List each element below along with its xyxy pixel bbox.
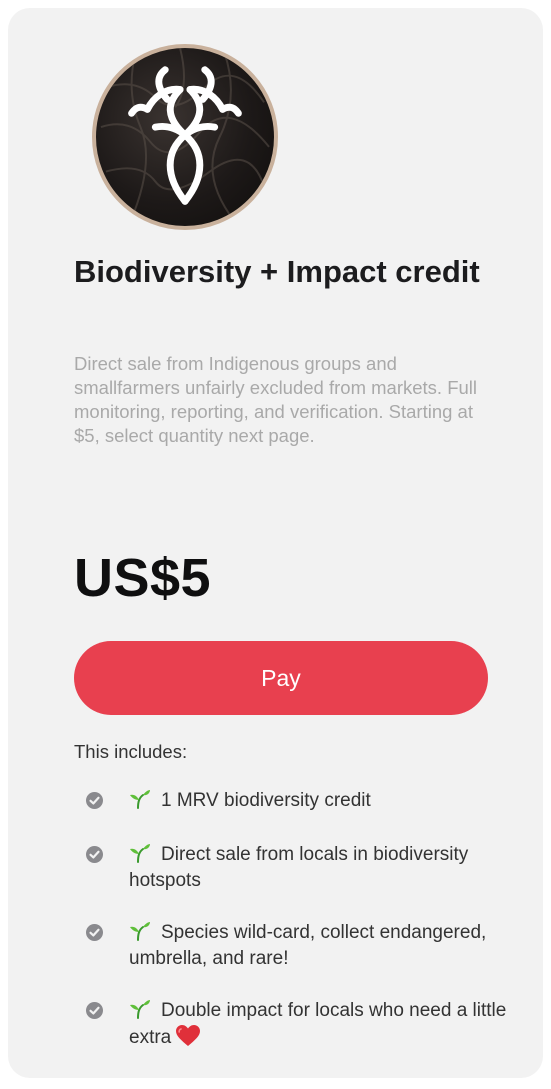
list-item-text: 1 MRV biodiversity credit — [161, 790, 371, 811]
check-circle-icon — [86, 792, 103, 809]
list-item-text: Direct sale from locals in biodiversity … — [129, 844, 469, 891]
product-card: Biodiversity + Impact credit Direct sale… — [8, 8, 543, 1078]
seedling-icon — [129, 999, 151, 1019]
tree-roots-logo-icon — [92, 44, 278, 230]
pay-button[interactable]: Pay — [74, 641, 488, 715]
product-title: Biodiversity + Impact credit — [74, 254, 480, 289]
check-circle-icon — [86, 1002, 103, 1019]
price-label: US$5 — [74, 548, 212, 608]
check-circle-icon — [86, 924, 103, 941]
list-item-text: Species wild-card, collect endangered, u… — [129, 922, 487, 969]
product-description: Direct sale from Indigenous groups and s… — [74, 353, 477, 446]
check-circle-icon — [86, 846, 103, 863]
seedling-icon — [129, 921, 151, 941]
seedling-icon — [129, 789, 151, 809]
includes-heading: This includes: — [74, 741, 188, 762]
red-heart-icon — [175, 1024, 201, 1048]
seedling-icon — [129, 843, 151, 863]
